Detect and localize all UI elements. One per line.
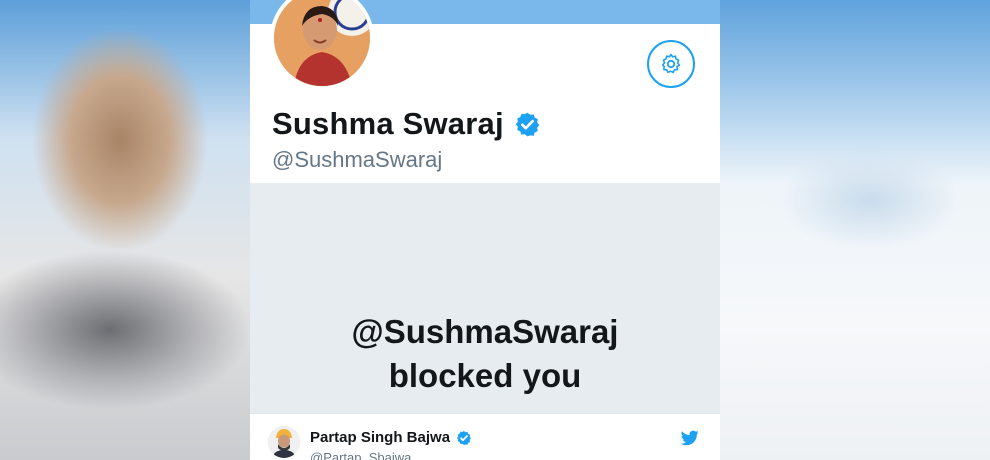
profile-name: Sushma Swaraj	[272, 106, 504, 141]
twitter-bird-icon[interactable]	[681, 430, 699, 446]
avatar-photo	[274, 0, 370, 86]
embedded-tweet-header: Partap Singh Bajwa @Partap_Sbajwa	[250, 413, 720, 460]
verified-badge-icon	[515, 112, 540, 136]
tweet-author-name[interactable]: Partap Singh Bajwa	[310, 429, 450, 446]
gear-icon	[661, 53, 681, 74]
blocked-notice-panel: @SushmaSwaraj blocked you	[250, 183, 720, 413]
tweet-author-avatar[interactable]	[268, 426, 300, 458]
profile-avatar[interactable]	[270, 0, 374, 90]
blocked-notice-text: blocked you	[388, 357, 582, 394]
profile-name-row: Sushma Swaraj	[272, 106, 541, 142]
blocked-notice-handle: @SushmaSwaraj	[351, 313, 619, 350]
blurred-background-left	[0, 0, 250, 460]
blurred-background-right	[720, 0, 990, 460]
author-photo	[268, 426, 300, 458]
profile-card: Sushma Swaraj @SushmaSwaraj @SushmaSwara…	[250, 0, 720, 460]
verified-badge-icon	[457, 431, 471, 445]
tweet-author-handle[interactable]: @Partap_Sbajwa	[310, 450, 411, 460]
profile-handle: @SushmaSwaraj	[272, 147, 443, 172]
settings-button[interactable]	[647, 40, 695, 88]
